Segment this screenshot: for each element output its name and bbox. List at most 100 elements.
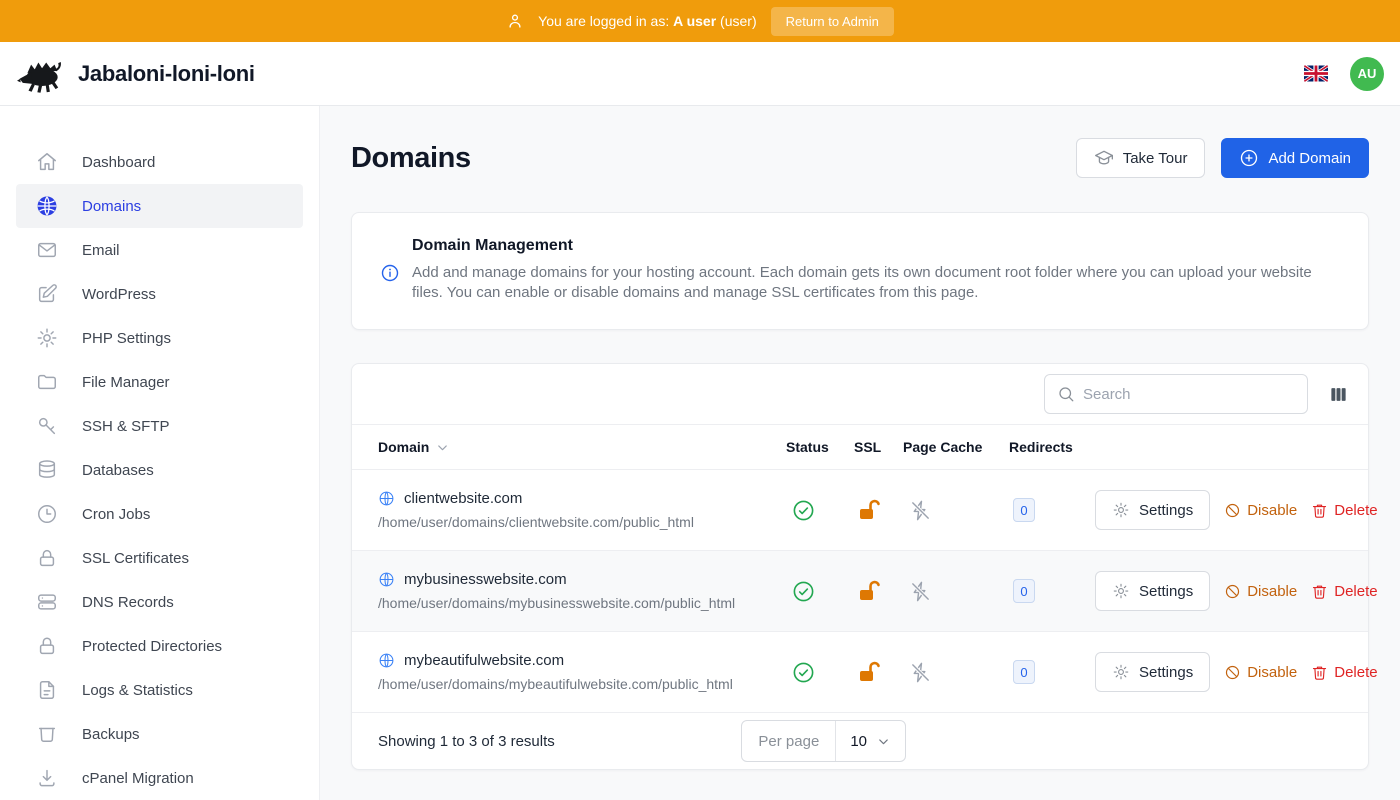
redirects-count-badge: 0 — [1013, 660, 1035, 684]
search-input[interactable] — [1083, 386, 1295, 403]
sidebar: Dashboard Domains Email WordPress PHP Se… — [0, 106, 320, 800]
search-icon — [1057, 385, 1075, 403]
per-page-label: Per page — [742, 721, 836, 761]
page-title: Domains — [351, 142, 471, 175]
delete-button[interactable]: Delete — [1311, 664, 1377, 681]
table-header-row: Domain Status SSL Page Cache Redirects — [352, 424, 1368, 470]
globe-icon — [378, 652, 395, 669]
lock-icon — [36, 635, 58, 657]
per-page-select[interactable]: Per page 10 — [741, 720, 906, 762]
document-root-path: /home/user/domains/mybusinesswebsite.com… — [378, 595, 786, 611]
home-icon — [36, 151, 58, 173]
sidebar-item-protected-directories[interactable]: Protected Directories — [16, 624, 303, 668]
sidebar-item-php-settings[interactable]: PHP Settings — [16, 316, 303, 360]
database-icon — [36, 459, 58, 481]
take-tour-button[interactable]: Take Tour — [1076, 138, 1206, 178]
return-to-admin-button[interactable]: Return to Admin — [771, 7, 894, 36]
ssl-unlocked-icon[interactable] — [854, 579, 903, 603]
download-icon — [36, 767, 58, 789]
search-box — [1044, 374, 1308, 414]
ban-icon — [1224, 502, 1241, 519]
banner-user-role: (user) — [720, 13, 757, 29]
user-avatar[interactable]: AU — [1350, 57, 1384, 91]
trash-icon — [1311, 502, 1328, 519]
globe-icon — [36, 195, 58, 217]
sidebar-item-domains[interactable]: Domains — [16, 184, 303, 228]
sidebar-item-cron-jobs[interactable]: Cron Jobs — [16, 492, 303, 536]
sidebar-item-email[interactable]: Email — [16, 228, 303, 272]
info-card-title: Domain Management — [412, 237, 1332, 255]
domain-link[interactable]: clientwebsite.com — [378, 490, 786, 507]
gear-icon — [1112, 663, 1130, 681]
sidebar-item-cpanel-migration[interactable]: cPanel Migration — [16, 756, 303, 800]
status-active-icon — [786, 580, 854, 603]
column-settings-button[interactable] — [1325, 381, 1352, 408]
sidebar-item-wordpress[interactable]: WordPress — [16, 272, 303, 316]
folder-icon — [36, 371, 58, 393]
trash-icon — [1311, 583, 1328, 600]
column-header-status: Status — [786, 439, 854, 455]
settings-button[interactable]: Settings — [1095, 652, 1210, 692]
ssl-unlocked-icon[interactable] — [854, 498, 903, 522]
column-header-redirects: Redirects — [1009, 439, 1095, 455]
page-cache-off-icon[interactable] — [903, 499, 1009, 522]
banner-user-name: A user — [673, 13, 716, 29]
key-icon — [36, 415, 58, 437]
boar-logo-icon — [16, 55, 66, 93]
redirects-count-badge: 0 — [1013, 579, 1035, 603]
info-icon — [380, 237, 400, 303]
delete-button[interactable]: Delete — [1311, 502, 1377, 519]
impersonation-banner: You are logged in as: A user (user) Retu… — [0, 0, 1400, 42]
server-icon — [36, 591, 58, 613]
disable-button[interactable]: Disable — [1224, 502, 1297, 519]
mail-icon — [36, 239, 58, 261]
disable-button[interactable]: Disable — [1224, 583, 1297, 600]
settings-button[interactable]: Settings — [1095, 490, 1210, 530]
edit-icon — [36, 283, 58, 305]
results-summary: Showing 1 to 3 of 3 results — [378, 733, 555, 750]
sidebar-item-logs-statistics[interactable]: Logs & Statistics — [16, 668, 303, 712]
page-cache-off-icon[interactable] — [903, 661, 1009, 684]
ssl-unlocked-icon[interactable] — [854, 660, 903, 684]
lock-icon — [36, 547, 58, 569]
language-flag-icon[interactable] — [1304, 65, 1328, 82]
trash-icon — [1311, 664, 1328, 681]
column-header-domain[interactable]: Domain — [378, 439, 786, 455]
sidebar-item-databases[interactable]: Databases — [16, 448, 303, 492]
brand: Jabaloni-loni-loni — [16, 55, 255, 93]
gear-icon — [1112, 582, 1130, 600]
banner-message: You are logged in as: A user (user) — [538, 13, 756, 29]
per-page-value: 10 — [850, 733, 867, 750]
sidebar-item-ssh-sftp[interactable]: SSH & SFTP — [16, 404, 303, 448]
page-cache-off-icon[interactable] — [903, 580, 1009, 603]
sidebar-item-file-manager[interactable]: File Manager — [16, 360, 303, 404]
graduation-cap-icon — [1094, 148, 1114, 168]
domain-link[interactable]: mybeautifulwebsite.com — [378, 652, 786, 669]
columns-icon — [1329, 385, 1348, 404]
document-icon — [36, 679, 58, 701]
table-row: mybeautifulwebsite.com /home/user/domain… — [352, 632, 1368, 713]
sidebar-item-ssl-certificates[interactable]: SSL Certificates — [16, 536, 303, 580]
gear-icon — [36, 327, 58, 349]
column-header-page-cache: Page Cache — [903, 439, 1009, 455]
redirects-count-badge: 0 — [1013, 498, 1035, 522]
delete-button[interactable]: Delete — [1311, 583, 1377, 600]
person-icon — [506, 12, 524, 30]
disable-button[interactable]: Disable — [1224, 664, 1297, 681]
add-domain-button[interactable]: Add Domain — [1221, 138, 1369, 178]
domain-link[interactable]: mybusinesswebsite.com — [378, 571, 786, 588]
sidebar-item-backups[interactable]: Backups — [16, 712, 303, 756]
globe-icon — [378, 571, 395, 588]
domain-management-info-card: Domain Management Add and manage domains… — [351, 212, 1369, 330]
sidebar-item-dashboard[interactable]: Dashboard — [16, 140, 303, 184]
clock-icon — [36, 503, 58, 525]
globe-icon — [378, 490, 395, 507]
plus-circle-icon — [1239, 148, 1259, 168]
sidebar-item-dns-records[interactable]: DNS Records — [16, 580, 303, 624]
app-header: Jabaloni-loni-loni AU — [0, 42, 1400, 106]
document-root-path: /home/user/domains/mybeautifulwebsite.co… — [378, 676, 786, 692]
settings-button[interactable]: Settings — [1095, 571, 1210, 611]
status-active-icon — [786, 661, 854, 684]
main-content: Domains Take Tour Add Domain Domain Mana… — [320, 106, 1400, 800]
ban-icon — [1224, 583, 1241, 600]
